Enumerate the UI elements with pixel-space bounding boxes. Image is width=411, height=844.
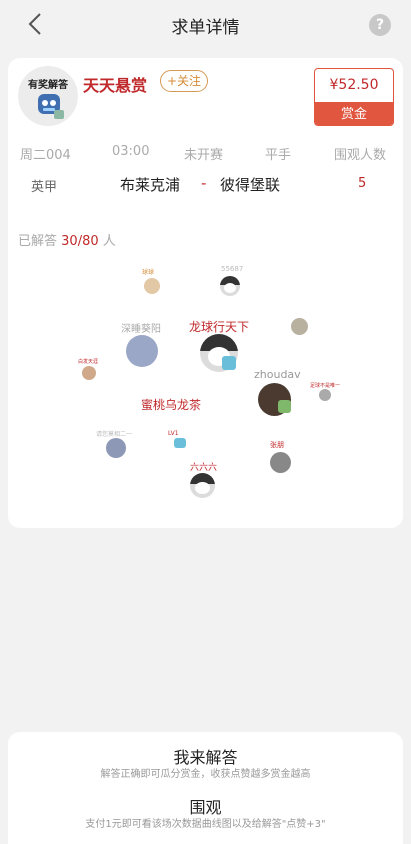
answerer-name[interactable]: 55687 (221, 265, 243, 273)
watch-hint: 支付1元即可看该场次数据曲线图以及给解答"点赞+3" (85, 819, 326, 830)
answered-prefix: 已解答 (18, 234, 58, 249)
answerer-avatar[interactable] (126, 335, 158, 367)
home-team: 布莱克浦 (120, 176, 181, 194)
reward-label: 赏金 (315, 102, 393, 125)
answer-hint: 解答正确即可瓜分赏金，收获点赞越多赏金越高 (100, 769, 311, 780)
answerer-name[interactable]: 白发天涯 (78, 358, 98, 365)
answerer-name[interactable]: 张朋 (270, 440, 284, 450)
team-separator: - (201, 174, 207, 192)
match-time: 03:00 (112, 144, 150, 159)
follow-button[interactable]: +关注 (160, 70, 209, 92)
poster-avatar[interactable]: 有奖解答 (18, 66, 78, 126)
answerer-name[interactable]: 蜜桃乌龙茶 (141, 396, 201, 413)
level-badge-icon (278, 400, 291, 413)
play-type: 平手 (265, 148, 292, 163)
page-title: 求单详情 (171, 18, 240, 38)
match-status: 未开赛 (184, 148, 224, 163)
watchers-count: 5 (358, 176, 367, 191)
poster-name[interactable]: 天天悬赏 (83, 72, 147, 96)
reward-amount: ¥52.50 (329, 77, 379, 93)
level-badge-icon (174, 438, 186, 448)
league-name: 英甲 (31, 180, 58, 195)
answerer-name[interactable]: 球球 (142, 267, 154, 276)
match-code: 周二004 (20, 148, 71, 163)
answerer-name[interactable]: 六六六 (190, 460, 217, 473)
answerer-name[interactable]: 深睡葵阳 (121, 320, 161, 335)
away-team: 彼得堡联 (220, 176, 281, 194)
robot-mascot-icon (38, 94, 64, 119)
answerer-avatar[interactable] (190, 473, 215, 498)
answerer-name[interactable]: zhoudav (254, 368, 301, 381)
answerer-avatar[interactable] (106, 438, 126, 458)
answerer-avatar[interactable] (144, 278, 160, 294)
answerer-avatar[interactable] (82, 366, 96, 380)
request-detail-card: 有奖解答 天天悬赏 +关注 ¥52.50 赏金 周二004 03:00 未开赛 … (8, 58, 403, 528)
answerer-cloud: 龙球行天下 深睡葵阳 zhoudav 蜜桃乌龙茶 六六六 55687 球球 张朋 (8, 258, 403, 518)
answered-suffix: 人 (102, 234, 116, 249)
answerer-avatar[interactable] (270, 452, 291, 473)
match-meta-row: 周二004 03:00 未开赛 平手 围观人数 (8, 144, 403, 164)
answerer-avatar[interactable] (220, 276, 240, 296)
answerer-name[interactable]: LV1 (168, 430, 179, 437)
top-bar: 求单详情 ? (0, 0, 411, 48)
action-panel: 我来解答 解答正确即可瓜分赏金，收获点赞越多赏金越高 围观 支付1元即可看该场次… (8, 732, 403, 844)
answered-summary: 已解答 30/80 人 (18, 230, 116, 249)
match-teams-row: 英甲 布莱克浦 - 彼得堡联 5 (8, 174, 403, 196)
watchers-label: 围观人数 (334, 148, 387, 163)
reward-box: ¥52.50 赏金 (314, 68, 394, 126)
avatar-badge-label: 有奖解答 (28, 80, 68, 91)
answerer-name[interactable]: 请您莫相二一 (96, 429, 132, 438)
answerer-name[interactable]: 龙球行天下 (189, 318, 249, 335)
level-badge-icon (222, 356, 236, 370)
answerer-name[interactable]: 足球不是唯一 (310, 382, 340, 389)
answerer-avatar[interactable] (319, 389, 331, 401)
answered-count: 30/80 (61, 234, 99, 249)
answerer-avatar[interactable] (291, 318, 308, 335)
help-icon[interactable]: ? (369, 14, 391, 36)
